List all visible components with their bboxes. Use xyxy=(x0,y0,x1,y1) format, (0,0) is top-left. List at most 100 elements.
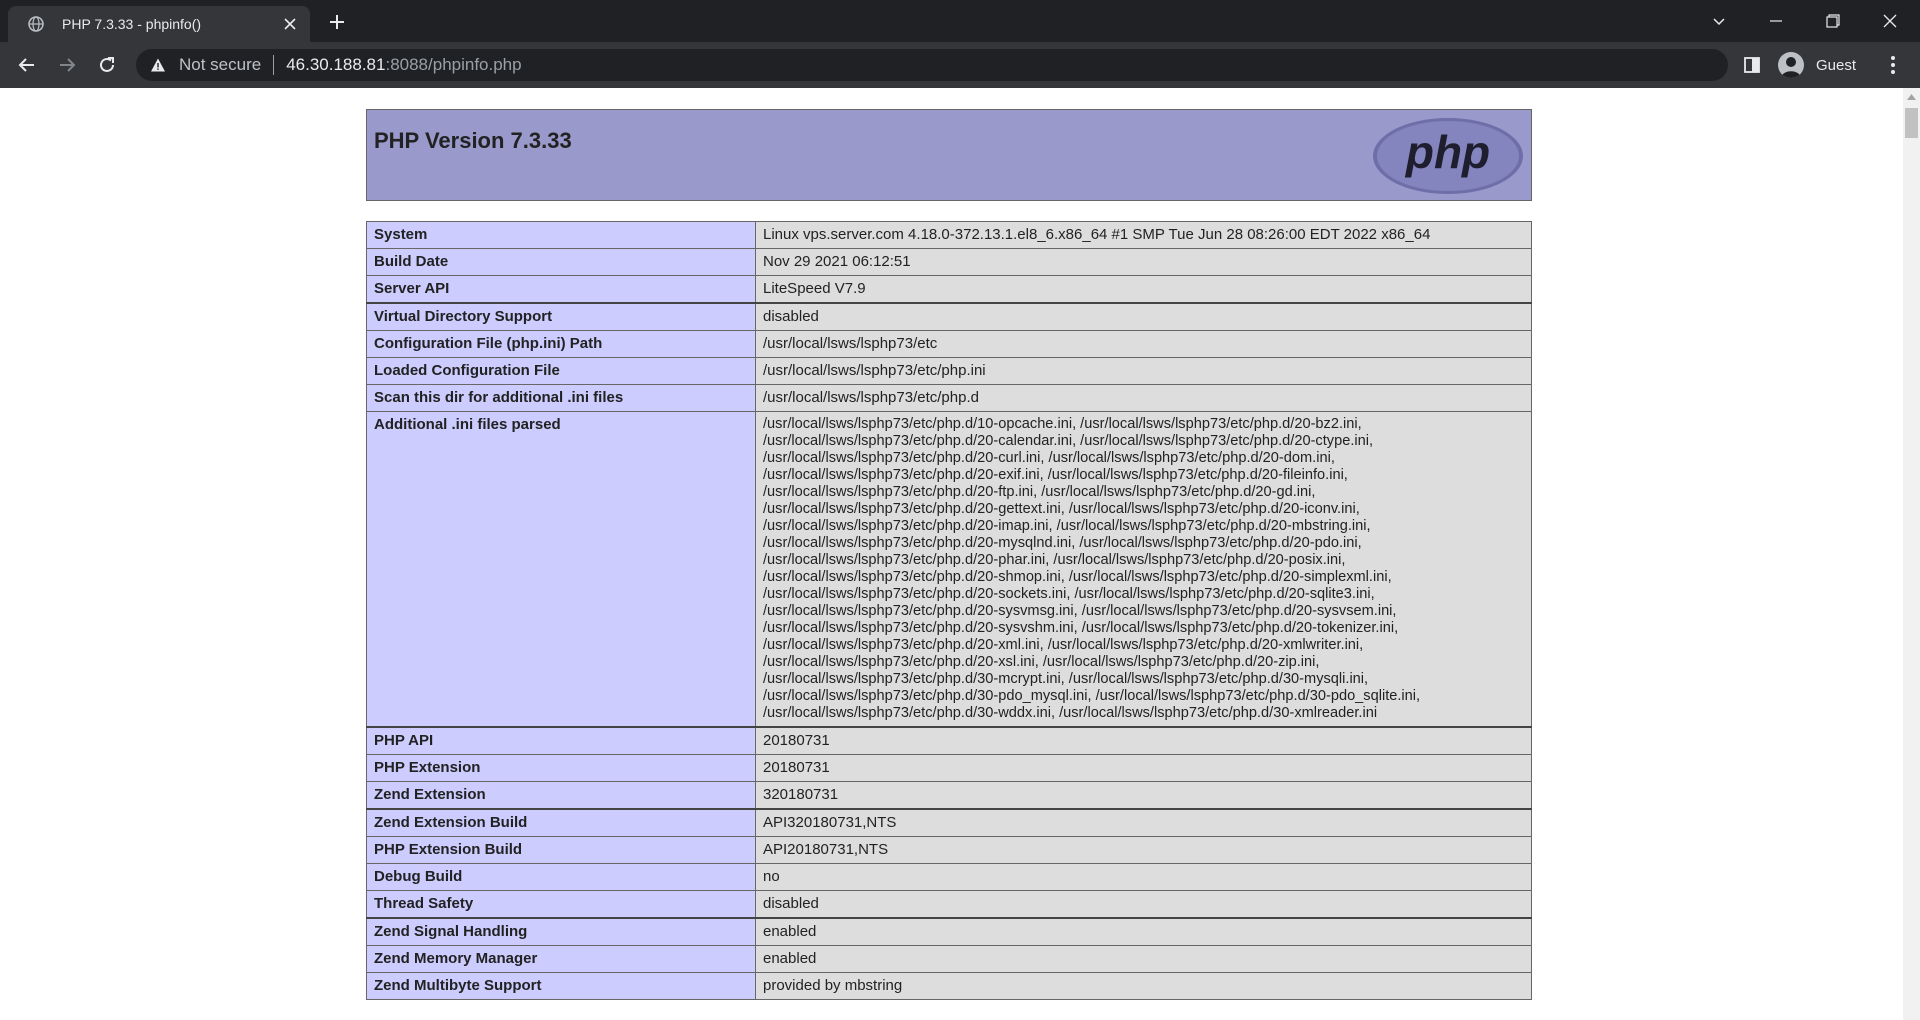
row-key: Scan this dir for additional .ini files xyxy=(366,384,756,412)
row-key: Zend Extension Build xyxy=(366,808,756,837)
row-key: Zend Memory Manager xyxy=(366,945,756,973)
page-viewport: PHP Version 7.3.33 php System Linux vps.s… xyxy=(0,88,1903,1020)
row-key: System xyxy=(366,221,756,249)
browser-titlebar: PHP 7.3.33 - phpinfo() xyxy=(0,0,1920,42)
side-panel-icon[interactable] xyxy=(1742,55,1762,75)
ini-file-line: /usr/local/lsws/lsphp73/etc/php.d/20-get… xyxy=(763,501,1360,517)
row-value: disabled xyxy=(755,890,1532,919)
table-row: System Linux vps.server.com 4.18.0-372.13… xyxy=(366,221,1532,249)
table-row: Configuration File (php.ini) Path/usr/lo… xyxy=(366,330,1532,358)
address-separator xyxy=(273,55,275,75)
row-key: Build Date xyxy=(366,248,756,276)
row-key: Virtual Directory Support xyxy=(366,302,756,331)
warning-icon[interactable] xyxy=(150,57,166,73)
table-row: Zend Multibyte Support provided by mbstri… xyxy=(366,972,1532,1000)
row-value: 320180731 xyxy=(755,781,1532,810)
kebab-menu-icon[interactable] xyxy=(1886,53,1900,77)
scrollbar-thumb[interactable] xyxy=(1905,108,1918,138)
row-key: Zend Multibyte Support xyxy=(366,972,756,1000)
ini-file-line: /usr/local/lsws/lsphp73/etc/php.d/20-xsl… xyxy=(763,654,1320,670)
table-row: Zend Signal Handling enabled xyxy=(366,917,1532,946)
ini-file-line: /usr/local/lsws/lsphp73/etc/php.d/20-soc… xyxy=(763,586,1375,602)
row-value: /usr/local/lsws/lsphp73/etc/php.d xyxy=(755,384,1532,412)
row-value: /usr/local/lsws/lsphp73/etc/php.ini xyxy=(755,357,1532,385)
minimize-icon[interactable] xyxy=(1763,8,1789,34)
ini-file-line: /usr/local/lsws/lsphp73/etc/php.d/30-wdd… xyxy=(763,705,1378,721)
url-host: 46.30.188.81 xyxy=(286,55,386,74)
reload-icon[interactable] xyxy=(95,53,119,77)
row-key: Thread Safety xyxy=(366,890,756,919)
scroll-up-arrow-icon[interactable] xyxy=(1903,88,1920,105)
security-status-label[interactable]: Not secure xyxy=(179,55,261,75)
avatar xyxy=(1778,52,1804,78)
new-tab-button[interactable] xyxy=(326,11,348,33)
address-bar[interactable]: Not secure 46.30.188.81 :8088/phpinfo.ph… xyxy=(136,49,1728,81)
php-logo-icon[interactable]: php xyxy=(1371,116,1525,196)
table-row: Thread Safety disabled xyxy=(366,890,1532,919)
ini-file-line: /usr/local/lsws/lsphp73/etc/php.d/30-mcr… xyxy=(763,671,1369,687)
ini-file-line: /usr/local/lsws/lsphp73/etc/php.d/20-cur… xyxy=(763,450,1335,466)
table-row: Zend Extension Build API320180731,NTS xyxy=(366,808,1532,837)
row-value: LiteSpeed V7.9 xyxy=(755,275,1532,304)
row-value: no xyxy=(755,863,1532,891)
ini-file-line: /usr/local/lsws/lsphp73/etc/php.d/10-opc… xyxy=(763,416,1362,432)
row-value: 20180731 xyxy=(755,754,1532,782)
table-row: Zend Extension 320180731 xyxy=(366,781,1532,810)
row-value: enabled xyxy=(755,945,1532,973)
restore-icon[interactable] xyxy=(1820,8,1846,34)
row-value: /usr/local/lsws/lsphp73/etc xyxy=(755,330,1532,358)
row-value: API320180731,NTS xyxy=(755,808,1532,837)
back-arrow-icon[interactable] xyxy=(15,53,39,77)
globe-icon xyxy=(28,16,44,32)
close-icon[interactable] xyxy=(282,16,298,32)
browser-toolbar: Not secure 46.30.188.81 :8088/phpinfo.ph… xyxy=(0,42,1920,88)
row-value: Linux vps.server.com 4.18.0-372.13.1.el8… xyxy=(755,221,1532,249)
table-row: Loaded Configuration File/usr/local/lsws… xyxy=(366,357,1532,385)
ini-file-line: /usr/local/lsws/lsphp73/etc/php.d/20-xml… xyxy=(763,637,1364,653)
table-row: Additional .ini files parsed/usr/local/l… xyxy=(366,411,1532,728)
row-value: Nov 29 2021 06:12:51 xyxy=(755,248,1532,276)
php-logo-text: php xyxy=(1404,126,1490,178)
ini-file-line: /usr/local/lsws/lsphp73/etc/php.d/20-ima… xyxy=(763,518,1371,534)
tab-title: PHP 7.3.33 - phpinfo() xyxy=(62,16,202,32)
row-key: PHP Extension Build xyxy=(366,836,756,864)
table-row: PHP Extension Build API20180731,NTS xyxy=(366,836,1532,864)
row-value: enabled xyxy=(755,917,1532,946)
row-key: Server API xyxy=(366,275,756,304)
row-key: Zend Signal Handling xyxy=(366,917,756,946)
window-close-icon[interactable] xyxy=(1877,8,1903,34)
ini-file-line: /usr/local/lsws/lsphp73/etc/php.d/20-exi… xyxy=(763,467,1348,483)
profile-name: Guest xyxy=(1816,56,1857,74)
ini-file-line: /usr/local/lsws/lsphp73/etc/php.d/20-mys… xyxy=(763,535,1362,551)
tab-search-chevron-down-icon[interactable] xyxy=(1706,8,1732,34)
table-row: Debug Build no xyxy=(366,863,1532,891)
vertical-scrollbar[interactable] xyxy=(1903,88,1920,1020)
table-row: Scan this dir for additional .ini files /… xyxy=(366,384,1532,412)
row-key: Additional .ini files parsed xyxy=(366,411,756,728)
table-row: Zend Memory Manager enabled xyxy=(366,945,1532,973)
ini-file-line: /usr/local/lsws/lsphp73/etc/php.d/20-pha… xyxy=(763,552,1346,568)
ini-file-line: /usr/local/lsws/lsphp73/etc/php.d/20-sys… xyxy=(763,603,1397,619)
row-value: provided by mbstring xyxy=(755,972,1532,1000)
forward-arrow-icon[interactable] xyxy=(55,53,79,77)
ini-file-line: /usr/local/lsws/lsphp73/etc/php.d/20-ftp… xyxy=(763,484,1316,500)
url-path: :8088/phpinfo.php xyxy=(385,55,522,74)
ini-file-line: /usr/local/lsws/lsphp73/etc/php.d/30-pdo… xyxy=(763,688,1421,704)
php-version-header: PHP Version 7.3.33 php xyxy=(366,109,1532,201)
row-value: disabled xyxy=(755,302,1532,331)
ini-file-line: /usr/local/lsws/lsphp73/etc/php.d/20-cal… xyxy=(763,433,1374,449)
table-row: PHP Extension 20180731 xyxy=(366,754,1532,782)
row-key: Debug Build xyxy=(366,863,756,891)
browser-tab[interactable]: PHP 7.3.33 - phpinfo() xyxy=(8,6,310,42)
table-row: Server API LiteSpeed V7.9 xyxy=(366,275,1532,304)
table-row: Virtual Directory Support disabled xyxy=(366,302,1532,331)
row-key: Zend Extension xyxy=(366,781,756,810)
row-key: PHP Extension xyxy=(366,754,756,782)
row-value: API20180731,NTS xyxy=(755,836,1532,864)
ini-file-line: /usr/local/lsws/lsphp73/etc/php.d/20-shm… xyxy=(763,569,1392,585)
row-key: PHP API xyxy=(366,726,756,755)
profile-button[interactable]: Guest xyxy=(1778,48,1888,82)
row-key: Loaded Configuration File xyxy=(366,357,756,385)
row-value-list: /usr/local/lsws/lsphp73/etc/php.d/10-opc… xyxy=(755,411,1532,728)
phpinfo-table: System Linux vps.server.com 4.18.0-372.13… xyxy=(366,221,1532,1000)
